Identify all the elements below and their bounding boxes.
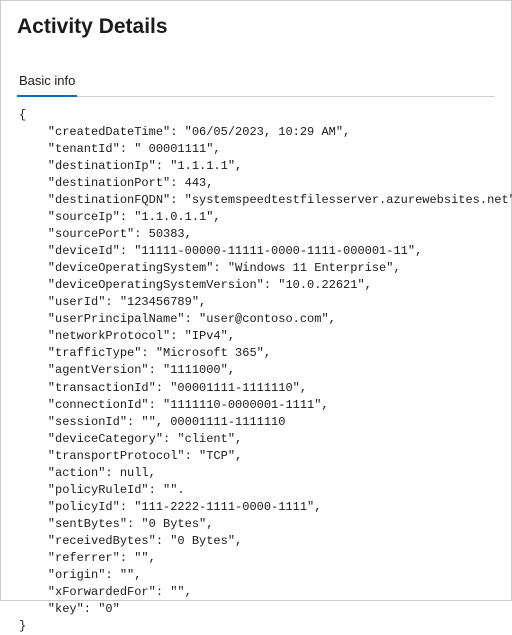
activity-details-json: { "createdDateTime": "06/05/2023, 10:29 … bbox=[17, 107, 495, 635]
tabs-bar: Basic info bbox=[17, 67, 495, 97]
tab-basic-info[interactable]: Basic info bbox=[17, 67, 77, 96]
page-title: Activity Details bbox=[17, 15, 495, 39]
